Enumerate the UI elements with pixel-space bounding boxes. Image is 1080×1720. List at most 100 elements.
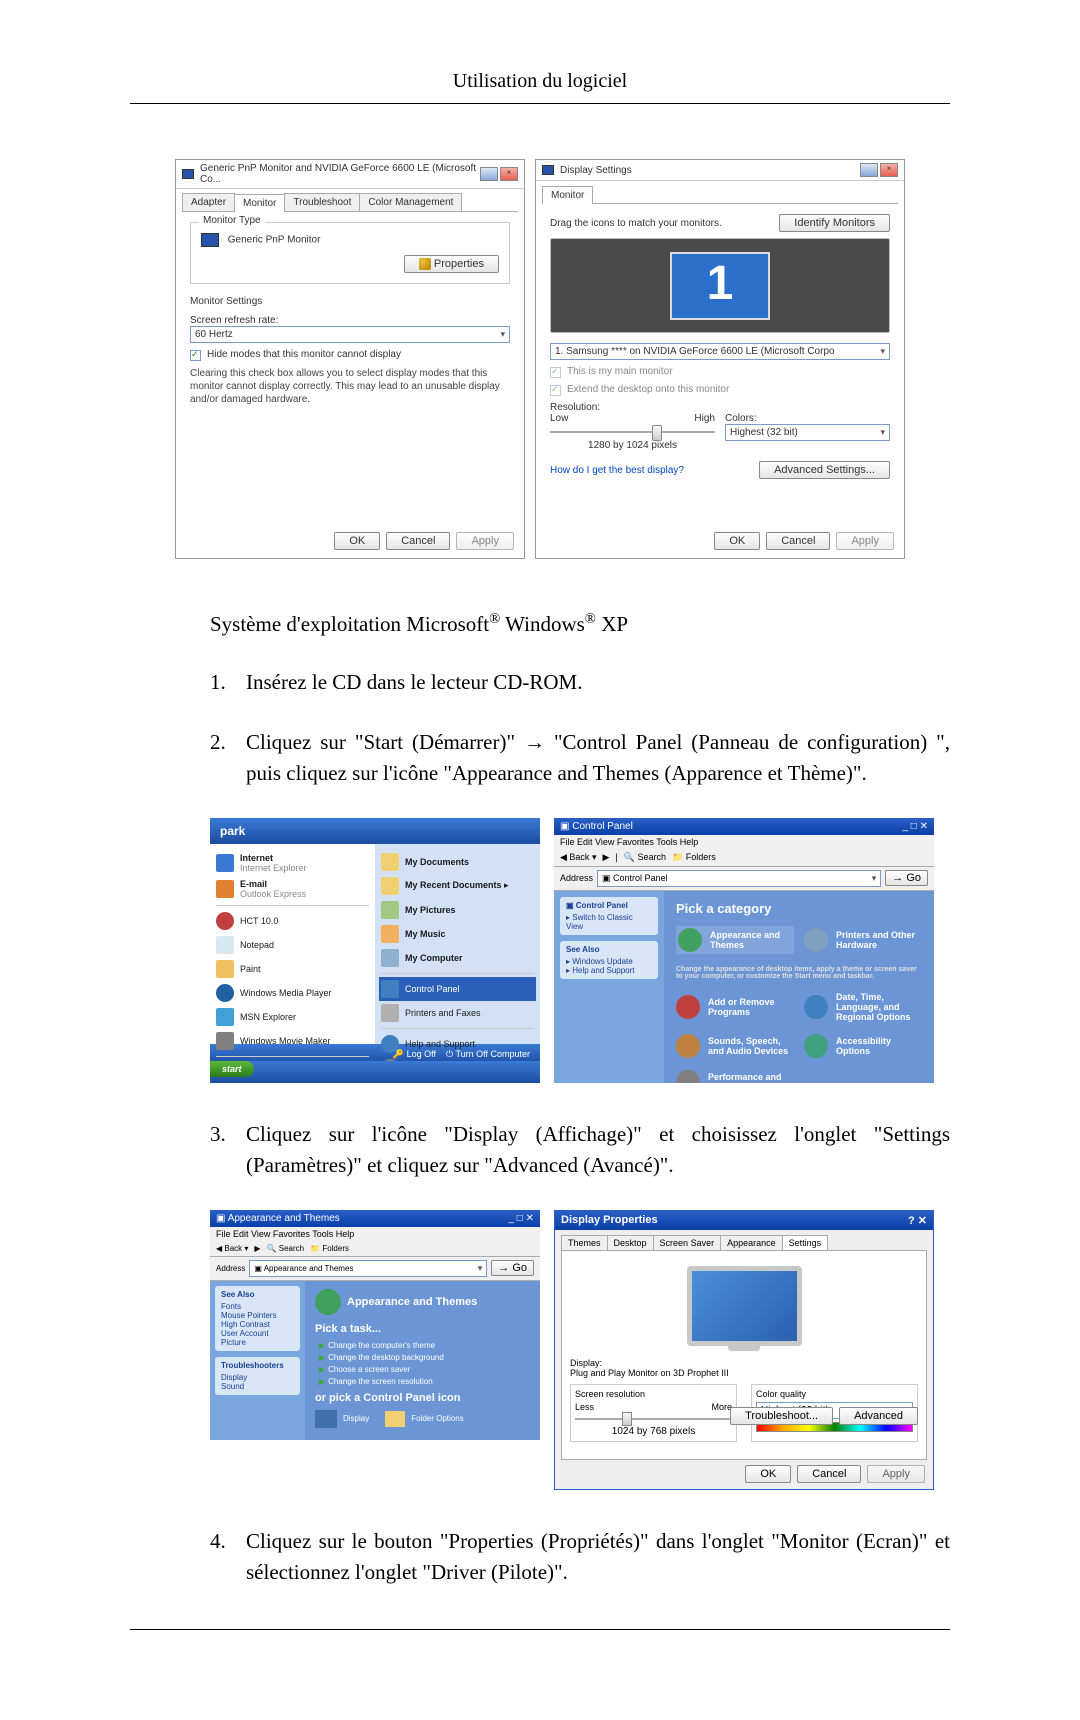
advanced-button[interactable]: Advanced (839, 1407, 918, 1425)
side-link[interactable]: High Contrast (221, 1320, 294, 1329)
tab-appearance[interactable]: Appearance (720, 1235, 783, 1250)
start-item-mydocs[interactable]: My Documents (379, 850, 536, 874)
resolution-slider[interactable] (575, 1412, 732, 1426)
start-item-controlpanel[interactable]: Control Panel (379, 977, 536, 1001)
cat-accessibility[interactable]: Accessibility Options (804, 1034, 922, 1058)
ok-button[interactable]: OK (714, 532, 760, 550)
tab-monitor[interactable]: Monitor (542, 186, 593, 204)
start-item-recent[interactable]: My Recent Documents ▸ (379, 874, 536, 898)
close-button[interactable]: × (880, 163, 898, 177)
back-button[interactable]: ◀ Back ▾ (216, 1244, 248, 1253)
start-item-paint[interactable]: Paint (214, 957, 371, 981)
start-item-mypics[interactable]: My Pictures (379, 898, 536, 922)
cancel-button[interactable]: Cancel (386, 532, 450, 550)
cat-printers[interactable]: Printers and Other Hardware (804, 926, 922, 954)
cancel-button[interactable]: Cancel (766, 532, 830, 550)
apply-button[interactable]: Apply (867, 1465, 925, 1483)
folders-button[interactable]: 📁 Folders (672, 852, 716, 863)
tab-troubleshoot[interactable]: Troubleshoot (284, 193, 360, 211)
task-link[interactable]: ▶Change the computer's theme (319, 1341, 530, 1350)
hide-modes-checkbox[interactable] (190, 350, 201, 361)
ok-button[interactable]: OK (334, 532, 380, 550)
cp-icon-folder-options[interactable]: Folder Options (385, 1410, 463, 1428)
menubar[interactable]: File Edit View Favorites Tools Help (554, 835, 934, 849)
cat-addremove[interactable]: Add or Remove Programs (676, 992, 794, 1022)
monitor-1-icon[interactable]: 1 (670, 252, 770, 320)
tab-settings[interactable]: Settings (782, 1235, 829, 1250)
colors-dropdown[interactable]: Highest (32 bit) ▾ (725, 424, 890, 441)
turnoff-button[interactable]: ⏻ Turn Off Computer (446, 1049, 530, 1060)
troubleshoot-button[interactable]: Troubleshoot... (730, 1407, 833, 1425)
close-button[interactable]: × (500, 167, 518, 181)
task-link[interactable]: ▶Choose a screen saver (319, 1365, 530, 1374)
tab-desktop[interactable]: Desktop (607, 1235, 654, 1250)
tab-themes[interactable]: Themes (561, 1235, 608, 1250)
window-controls[interactable]: ? ✕ (908, 1214, 927, 1227)
cancel-button[interactable]: Cancel (797, 1465, 861, 1483)
tab-monitor[interactable]: Monitor (234, 194, 285, 212)
resolution-slider[interactable] (550, 424, 715, 440)
start-item-msn[interactable]: MSN Explorer (214, 1005, 371, 1029)
side-link[interactable]: Display (221, 1373, 294, 1382)
cp-icon-display[interactable]: Display (315, 1410, 369, 1428)
cat-sounds[interactable]: Sounds, Speech, and Audio Devices (676, 1034, 794, 1058)
advanced-settings-button[interactable]: Advanced Settings... (759, 461, 890, 479)
start-item-notepad[interactable]: Notepad (214, 933, 371, 957)
start-item-wmp[interactable]: Windows Media Player (214, 981, 371, 1005)
forward-button[interactable]: ▶ (602, 852, 609, 863)
go-button[interactable]: → Go (885, 870, 928, 886)
task-link[interactable]: ▶Change the screen resolution (319, 1377, 530, 1386)
start-item-printers[interactable]: Printers and Faxes (379, 1001, 536, 1025)
tab-screensaver[interactable]: Screen Saver (653, 1235, 722, 1250)
menubar[interactable]: File Edit View Favorites Tools Help (210, 1227, 540, 1241)
main-monitor-checkbox[interactable] (550, 367, 561, 378)
window-controls[interactable]: _ □ ✕ (508, 1213, 534, 1224)
start-item-internet[interactable]: InternetInternet Explorer (214, 850, 371, 876)
tab-color-management[interactable]: Color Management (359, 193, 462, 211)
windows-update-link[interactable]: ▸ Windows Update (566, 957, 652, 966)
ok-button[interactable]: OK (745, 1465, 791, 1483)
start-item-hct[interactable]: HCT 10.0 (214, 909, 371, 933)
start-button[interactable]: start (210, 1061, 254, 1077)
tab-adapter[interactable]: Adapter (182, 193, 235, 211)
apply-button[interactable]: Apply (456, 532, 514, 550)
cat-appearance[interactable]: Appearance and Themes (676, 926, 794, 954)
forward-button[interactable]: ▶ (254, 1244, 260, 1253)
refresh-rate-dropdown[interactable]: 60 Hertz ▾ (190, 326, 510, 343)
identify-monitors-button[interactable]: Identify Monitors (779, 214, 890, 232)
properties-button-label: Properties (434, 258, 484, 270)
properties-button[interactable]: Properties (404, 255, 499, 273)
search-button[interactable]: 🔍 Search (624, 852, 666, 863)
cat-datetime[interactable]: Date, Time, Language, and Regional Optio… (804, 992, 922, 1022)
start-item-mymusic[interactable]: My Music (379, 922, 536, 946)
monitor-select-dropdown[interactable]: 1. Samsung **** on NVIDIA GeForce 6600 L… (550, 343, 890, 360)
toolbar[interactable]: ◀ Back ▾ ▶ 🔍 Search 📁 Folders (210, 1241, 540, 1257)
help-support-link[interactable]: ▸ Help and Support (566, 966, 652, 975)
start-item-moviemaker[interactable]: Windows Movie Maker (214, 1029, 371, 1053)
cat-performance[interactable]: Performance and Maintenance (676, 1070, 794, 1083)
extend-desktop-checkbox[interactable] (550, 385, 561, 396)
side-link[interactable]: Mouse Pointers (221, 1311, 294, 1320)
side-link[interactable]: User Account Picture (221, 1329, 294, 1347)
switch-classic-link[interactable]: ▸ Switch to Classic View (566, 913, 652, 931)
cat-network[interactable]: Change the appearance of desktop items, … (676, 966, 922, 980)
task-link[interactable]: ▶Change the desktop background (319, 1353, 530, 1362)
start-item-mycomputer[interactable]: My Computer (379, 946, 536, 970)
minimize-button[interactable] (480, 167, 498, 181)
back-button[interactable]: ◀ Back ▾ (560, 852, 596, 863)
window-controls[interactable]: _ □ ✕ (902, 821, 928, 832)
best-display-link[interactable]: How do I get the best display? (550, 465, 684, 476)
logoff-button[interactable]: 🔑 Log Off (393, 1049, 436, 1060)
go-button[interactable]: → Go (491, 1260, 534, 1276)
apply-button[interactable]: Apply (836, 532, 894, 550)
search-button[interactable]: 🔍 Search (267, 1244, 305, 1253)
start-item-email[interactable]: E-mailOutlook Express (214, 876, 371, 902)
monitor-preview[interactable]: 1 (550, 238, 890, 333)
refresh-rate-label: Screen refresh rate: (190, 315, 510, 326)
msn-icon (216, 1008, 234, 1026)
toolbar[interactable]: ◀ Back ▾ ▶ | 🔍 Search 📁 Folders (554, 849, 934, 867)
minimize-button[interactable] (860, 163, 878, 177)
side-link[interactable]: Sound (221, 1382, 294, 1391)
folders-button[interactable]: 📁 Folders (310, 1244, 349, 1253)
side-link[interactable]: Fonts (221, 1302, 294, 1311)
